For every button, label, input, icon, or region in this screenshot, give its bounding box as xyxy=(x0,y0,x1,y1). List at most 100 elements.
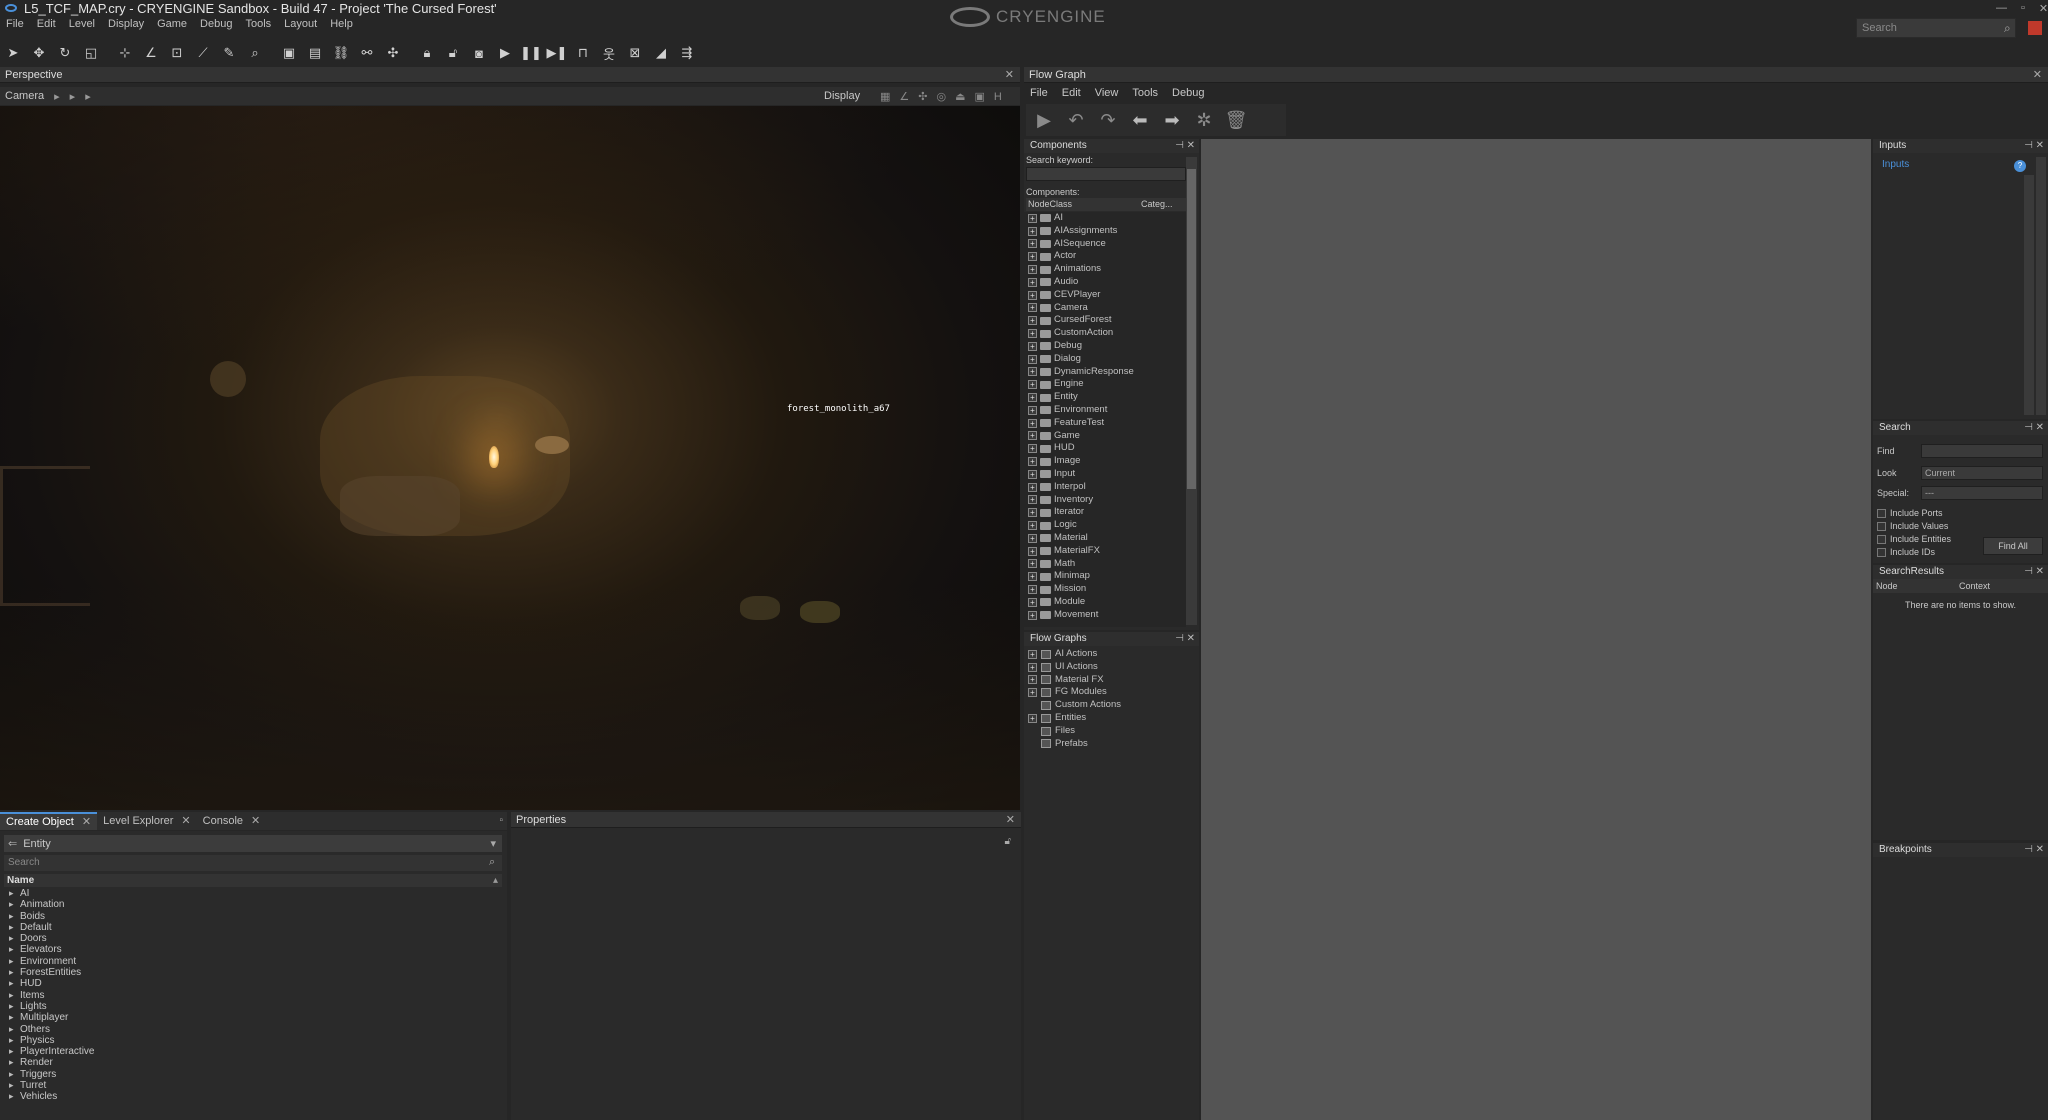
expand-icon[interactable]: + xyxy=(1028,585,1037,594)
context-column-header[interactable]: Context xyxy=(1959,579,1990,593)
forward-icon[interactable]: ➡ xyxy=(1158,106,1186,134)
move-icon[interactable]: ✥ xyxy=(26,42,52,64)
expand-icon[interactable]: + xyxy=(1028,290,1037,300)
expand-icon[interactable]: + xyxy=(1028,405,1037,415)
expand-icon[interactable]: + xyxy=(1028,303,1037,313)
checkbox[interactable] xyxy=(1877,521,1886,531)
node-column-header[interactable]: Node xyxy=(1873,579,1959,593)
special-select[interactable]: --- xyxy=(1921,486,2043,500)
close-icon[interactable]: ✕ xyxy=(1006,812,1015,828)
snap-terrain-icon[interactable]: ⟋ xyxy=(190,42,216,64)
tree-item[interactable]: Turret xyxy=(0,1080,505,1092)
expand-icon[interactable]: + xyxy=(1028,239,1037,249)
tree-item[interactable]: Boids xyxy=(0,911,505,923)
expand-icon[interactable]: + xyxy=(1028,252,1037,262)
tree-item[interactable]: Default xyxy=(0,922,505,934)
tree-item[interactable]: ForestEntities xyxy=(0,967,505,979)
object-label[interactable]: forest_monolith_a67 xyxy=(787,404,890,414)
find-all-button[interactable]: Find All xyxy=(1983,537,2043,555)
snap-grid-icon[interactable]: ⊹ xyxy=(112,42,138,64)
expand-icon[interactable]: + xyxy=(1028,559,1037,569)
include-ports-option[interactable]: Include Ports xyxy=(1877,508,1943,518)
tree-item[interactable]: Items xyxy=(0,990,505,1002)
minimize-icon[interactable]: — xyxy=(1996,2,2007,15)
component-item[interactable]: + FeatureTest xyxy=(1024,417,1186,430)
component-item[interactable]: + Game xyxy=(1024,430,1186,443)
expand-icon[interactable]: + xyxy=(1028,329,1037,339)
menu-edit[interactable]: Edit xyxy=(37,18,56,32)
camera-dropdown[interactable]: Camera xyxy=(5,90,44,102)
tree-item[interactable]: Physics xyxy=(0,1035,505,1047)
menu-debug[interactable]: Debug xyxy=(200,18,232,32)
component-item[interactable]: + Interpol xyxy=(1024,481,1186,494)
component-item[interactable]: + DynamicResponse xyxy=(1024,366,1186,379)
redo-icon[interactable]: ↷ xyxy=(1094,106,1122,134)
expand-icon[interactable]: + xyxy=(1028,316,1037,326)
camera-icon[interactable]: ◙ xyxy=(466,42,492,64)
group-icon[interactable]: ▣ xyxy=(276,42,302,64)
chevron-right-icon[interactable]: ▸ xyxy=(54,90,60,103)
expand-icon[interactable]: + xyxy=(1028,533,1037,543)
create-search-input[interactable]: Search xyxy=(4,855,502,871)
close-icon[interactable]: ✕ xyxy=(82,813,91,831)
component-item[interactable]: + Minimap xyxy=(1024,570,1186,583)
zoom-icon[interactable]: ⌕ xyxy=(242,42,268,64)
flow-graph-item[interactable]: Files xyxy=(1024,725,1199,738)
expand-icon[interactable]: + xyxy=(1028,393,1037,403)
expand-icon[interactable]: + xyxy=(1028,469,1037,479)
help-icon[interactable]: ? xyxy=(2014,160,2026,172)
menu-file[interactable]: File xyxy=(6,18,24,32)
tree-item[interactable]: Animation xyxy=(0,899,505,911)
component-item[interactable]: + HUD xyxy=(1024,442,1186,455)
flow-graph-item[interactable]: + UI Actions xyxy=(1024,661,1199,674)
flow-graph-canvas[interactable] xyxy=(1201,139,1871,1120)
fg-menu-tools[interactable]: Tools xyxy=(1132,87,1158,99)
expand-icon[interactable]: + xyxy=(1028,431,1037,441)
scale-icon[interactable]: ◱ xyxy=(78,42,104,64)
lock-icon[interactable]: 🔓︎ xyxy=(1005,836,1011,847)
panel-controls[interactable]: ⊣ ✕ xyxy=(1175,139,1195,153)
component-item[interactable]: + Logic xyxy=(1024,519,1186,532)
flow-graph-item[interactable]: + Material FX xyxy=(1024,674,1199,687)
ai-icon[interactable]: ⇶ xyxy=(674,42,700,64)
tab-level-explorer[interactable]: Level Explorer ✕ xyxy=(97,812,197,830)
expand-icon[interactable]: + xyxy=(1028,444,1037,454)
tree-item[interactable]: AI xyxy=(0,888,505,900)
menu-level[interactable]: Level xyxy=(69,18,95,32)
menu-layout[interactable]: Layout xyxy=(284,18,317,32)
play-icon[interactable]: ▶ xyxy=(492,42,518,64)
tree-item[interactable]: Multiplayer xyxy=(0,1012,505,1024)
tree-item[interactable]: HUD xyxy=(0,978,505,990)
category-dropdown[interactable]: ⇐ Entity ▾ xyxy=(4,835,502,852)
close-icon[interactable]: ✕ xyxy=(1005,67,1014,83)
expand-icon[interactable]: + xyxy=(1028,688,1037,698)
expand-icon[interactable]: + xyxy=(1028,572,1037,582)
search-icon[interactable]: ⌕ xyxy=(489,856,495,869)
component-item[interactable]: + AI xyxy=(1024,212,1186,225)
maximize-icon[interactable]: ▫ xyxy=(2021,2,2025,15)
panel-controls[interactable]: ⊣ ✕ xyxy=(1175,632,1195,646)
terrain-icon[interactable]: ◢ xyxy=(648,42,674,64)
tree-item[interactable]: Render xyxy=(0,1057,505,1069)
panel-controls[interactable]: ⊣ ✕ xyxy=(2024,565,2044,579)
maximize-icon[interactable]: ▫ xyxy=(499,815,503,826)
component-item[interactable]: + CursedForest xyxy=(1024,314,1186,327)
expand-icon[interactable]: + xyxy=(1028,675,1037,685)
tree-item[interactable]: Triggers xyxy=(0,1069,505,1081)
notification-icon[interactable] xyxy=(2028,21,2042,35)
checkbox[interactable] xyxy=(1877,534,1886,544)
expand-icon[interactable]: + xyxy=(1028,495,1037,505)
expand-icon[interactable]: + xyxy=(1028,341,1037,351)
character-icon[interactable]: 웃 xyxy=(596,42,622,64)
chevron-right-icon[interactable]: ▸ xyxy=(85,90,91,103)
close-icon[interactable]: ✕ xyxy=(181,812,190,830)
link-icon[interactable]: ⛓ xyxy=(328,42,354,64)
flow-graph-item[interactable]: + AI Actions xyxy=(1024,648,1199,661)
component-item[interactable]: + Dialog xyxy=(1024,353,1186,366)
checkbox[interactable] xyxy=(1877,508,1886,518)
component-item[interactable]: + Mission xyxy=(1024,583,1186,596)
tree-item[interactable]: Doors xyxy=(0,933,505,945)
component-item[interactable]: + Module xyxy=(1024,596,1186,609)
global-search-input[interactable]: Search xyxy=(1856,18,2016,38)
frame-icon[interactable]: ⊓ xyxy=(570,42,596,64)
